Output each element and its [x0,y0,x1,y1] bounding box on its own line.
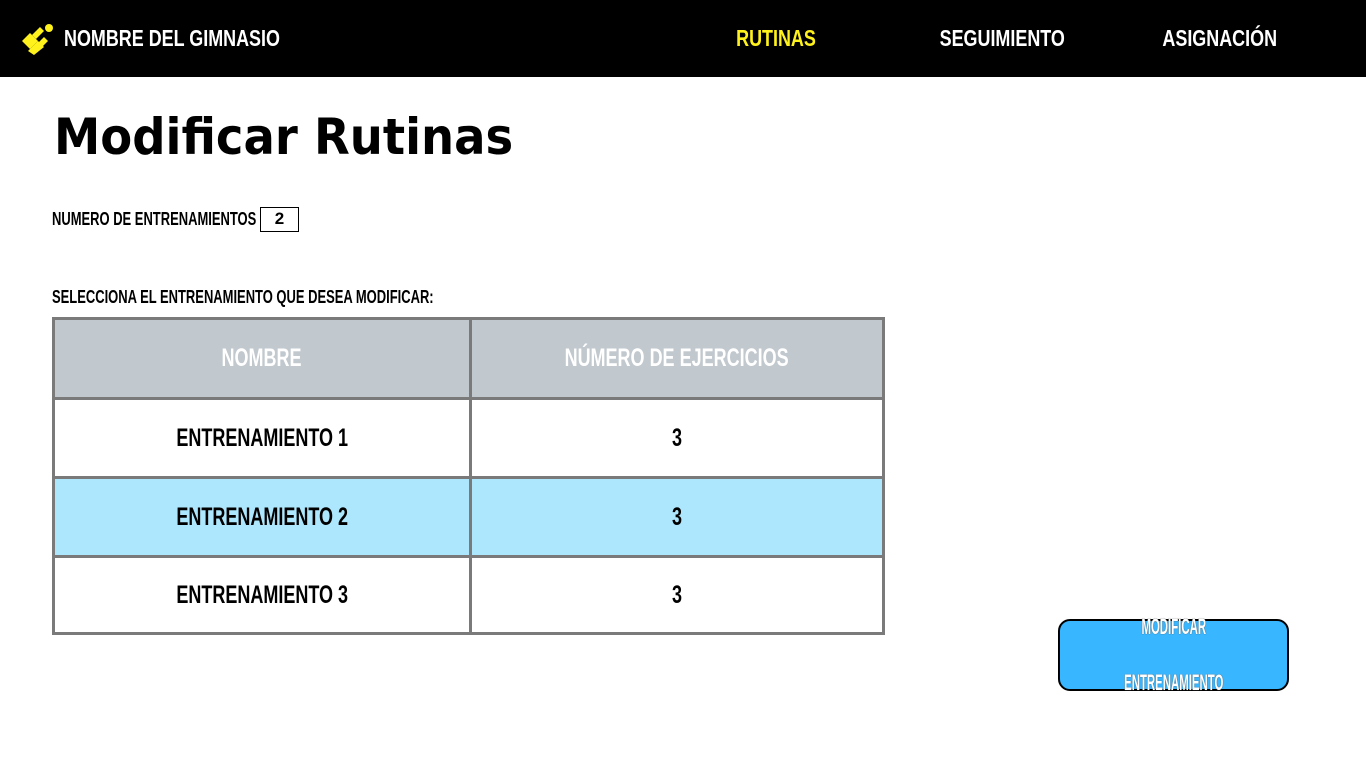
gym-name: NOMBRE DEL GIMNASIO [64,25,280,51]
modify-button-line-1: MODIFICAR [1141,614,1206,639]
page-title: Modificar Rutinas [54,108,514,166]
workouts-table: NOMBRE NÚMERO DE EJERCICIOS ENTRENAMIENT… [52,317,885,635]
workout-name-cell: ENTRENAMIENTO 1 [176,423,348,452]
exercise-count-cell: 3 [671,580,683,609]
workout-count-field[interactable]: 2 [260,207,299,232]
workout-name-cell: ENTRENAMIENTO 2 [176,502,348,531]
workout-count-label: NUMERO DE ENTRENAMIENTOS [52,209,257,229]
top-navigation-bar: NOMBRE DEL GIMNASIO RUTINAS SEGUIMIENTO … [0,0,1366,77]
column-divider [469,320,472,632]
modify-button-line-2: ENTRENAMIENTO [1123,670,1224,695]
column-header-name: NOMBRE [221,344,302,372]
select-workout-label: SELECCIONA EL ENTRENAMIENTO QUE DESEA MO… [52,287,434,307]
nav-rutinas[interactable]: RUTINAS [729,22,823,54]
nav-seguimiento[interactable]: SEGUIMIENTO [940,22,1065,54]
nav-asignacion[interactable]: ASIGNACIÓN [1162,22,1277,54]
gym-logo-icon [22,24,53,55]
modify-workout-button[interactable]: MODIFICAR ENTRENAMIENTO [1058,614,1289,695]
exercise-count-cell: 3 [671,502,683,531]
workout-name-cell: ENTRENAMIENTO 3 [176,580,348,609]
exercise-count-cell: 3 [671,423,683,452]
column-header-exercises: NÚMERO DE EJERCICIOS [564,344,790,372]
